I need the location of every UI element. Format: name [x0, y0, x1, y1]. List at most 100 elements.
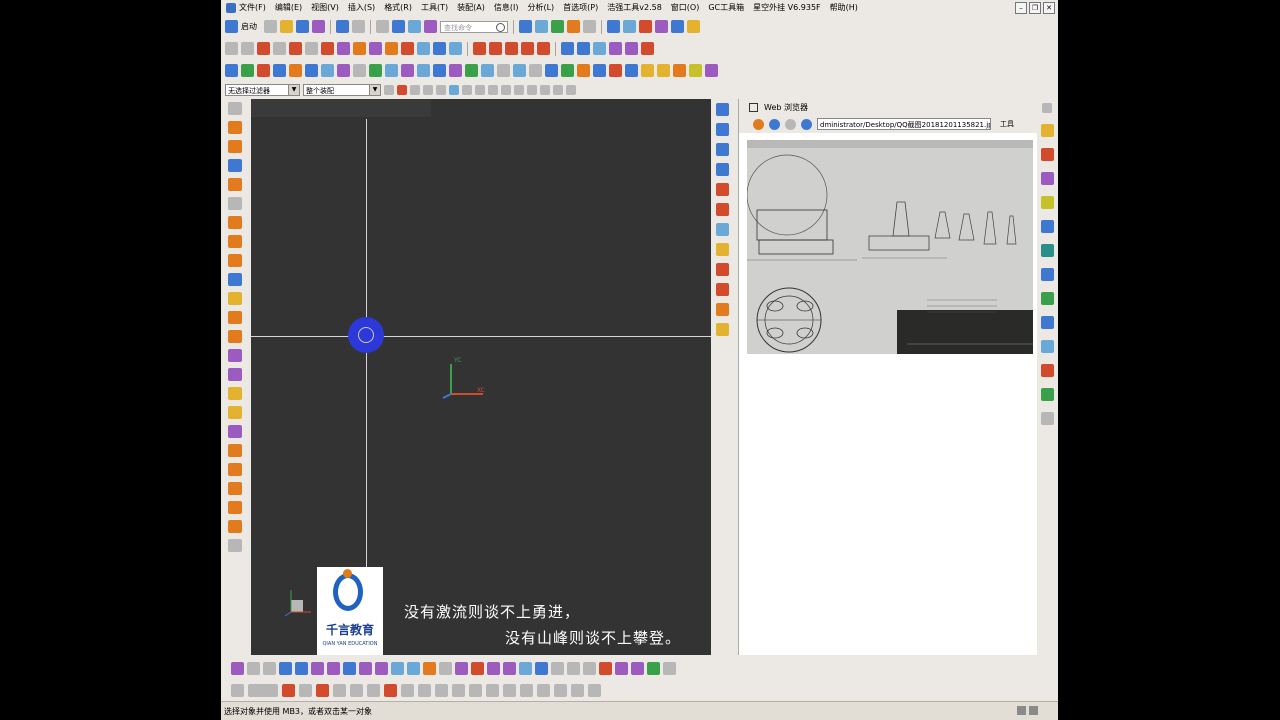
pocket-icon[interactable]	[289, 64, 302, 77]
extract-curve-icon[interactable]	[417, 42, 430, 55]
instance-icon[interactable]	[353, 64, 366, 77]
explosion-icon[interactable]	[455, 661, 468, 675]
loft-icon[interactable]	[228, 235, 242, 248]
boss-icon[interactable]	[273, 64, 286, 77]
project-curve-icon[interactable]	[369, 42, 382, 55]
menu-item[interactable]: 分析(L)	[527, 2, 554, 13]
arrow-right-icon[interactable]	[295, 661, 308, 675]
web-browser-icon[interactable]	[1040, 244, 1054, 257]
start-label[interactable]: 启动	[241, 21, 257, 32]
tube-icon[interactable]	[228, 197, 242, 210]
cube-icon[interactable]	[471, 661, 484, 675]
pmi-icon[interactable]	[625, 64, 638, 77]
grid-icon[interactable]	[599, 661, 612, 675]
panel-toggle-icon[interactable]	[749, 102, 758, 112]
wireframe-icon[interactable]	[583, 20, 596, 33]
polyline-icon[interactable]	[289, 42, 302, 55]
layout-icon[interactable]	[248, 683, 278, 697]
system-scene-icon[interactable]	[1040, 388, 1054, 401]
snap-tangent-icon[interactable]	[540, 84, 550, 95]
move-component-icon[interactable]	[519, 661, 532, 675]
open-file-icon[interactable]	[280, 20, 293, 33]
pad-icon[interactable]	[305, 64, 318, 77]
trim-corner-icon[interactable]	[473, 42, 486, 55]
sew-icon[interactable]	[577, 42, 590, 55]
rib-icon[interactable]	[228, 482, 242, 495]
sketch-dimension-icon[interactable]	[520, 683, 533, 697]
render-style-icon[interactable]	[567, 20, 580, 33]
ruled-icon[interactable]	[228, 273, 242, 286]
layer-icon[interactable]	[607, 20, 620, 33]
doc-icon[interactable]	[263, 661, 276, 675]
menu-item[interactable]: 浩强工具v2.58	[607, 2, 662, 13]
calculator-icon[interactable]	[673, 64, 686, 77]
edge-blend-icon[interactable]	[417, 64, 430, 77]
rectangle-select-icon[interactable]	[436, 84, 446, 95]
menu-item[interactable]: 工具(T)	[421, 2, 448, 13]
slot-icon[interactable]	[321, 64, 334, 77]
part-navigator-icon[interactable]	[1040, 172, 1054, 185]
sketch-extend-icon[interactable]	[452, 683, 465, 697]
menu-item[interactable]: 信息(I)	[494, 2, 519, 13]
sketch-finish-icon[interactable]	[588, 683, 601, 697]
chamfer-icon[interactable]	[505, 42, 518, 55]
cylinder-icon[interactable]	[228, 140, 242, 153]
settings-icon[interactable]	[1042, 103, 1052, 113]
ruler-icon[interactable]	[687, 20, 700, 33]
list-icon[interactable]	[705, 64, 718, 77]
iso-view-icon[interactable]	[715, 223, 729, 236]
close-button[interactable]: ✕	[1043, 2, 1055, 14]
moon-icon[interactable]	[689, 64, 702, 77]
menu-item[interactable]: 视图(V)	[311, 2, 339, 13]
shell-icon[interactable]	[449, 64, 462, 77]
chamfer-edge-icon[interactable]	[433, 64, 446, 77]
clip-view-icon[interactable]	[715, 203, 729, 216]
minimize-button[interactable]: –	[1015, 2, 1027, 14]
menu-item[interactable]: 插入(S)	[348, 2, 375, 13]
snap-icon[interactable]	[671, 20, 684, 33]
sketch-corner-icon[interactable]	[469, 683, 482, 697]
snap-grid-icon[interactable]	[553, 84, 563, 95]
snap-quadrant-icon[interactable]	[514, 84, 524, 95]
sphere-icon[interactable]	[228, 178, 242, 191]
right-view-icon[interactable]	[715, 163, 729, 176]
wave-icon[interactable]	[391, 661, 404, 675]
patch-icon[interactable]	[609, 42, 622, 55]
forward-arrow-icon[interactable]	[785, 118, 796, 130]
datum-axis-icon[interactable]	[228, 311, 242, 324]
thicken-icon[interactable]	[593, 42, 606, 55]
subtract-icon[interactable]	[385, 64, 398, 77]
snap-point-icon[interactable]	[527, 84, 537, 95]
constraint-navigator-icon[interactable]	[1040, 148, 1054, 161]
revolve-icon[interactable]	[241, 64, 254, 77]
folder-icon[interactable]	[641, 64, 654, 77]
sequence-icon[interactable]	[535, 661, 548, 675]
pen-icon[interactable]	[311, 661, 324, 675]
wrap-icon[interactable]	[228, 501, 242, 514]
intersect-curve-icon[interactable]	[385, 42, 398, 55]
measure-icon[interactable]	[655, 20, 668, 33]
surface-icon[interactable]	[561, 42, 574, 55]
analysis-icon[interactable]	[639, 20, 652, 33]
unite-icon[interactable]	[369, 64, 382, 77]
pattern-icon[interactable]	[583, 661, 596, 675]
bridge-curve-icon[interactable]	[353, 42, 366, 55]
assembly-icon[interactable]	[231, 661, 244, 675]
copy-icon[interactable]	[408, 20, 421, 33]
component-icon[interactable]	[247, 661, 260, 675]
view-toolbar-icon[interactable]	[231, 683, 244, 697]
feature-select-icon[interactable]	[397, 84, 407, 95]
assembly-navigator-icon[interactable]	[1040, 124, 1054, 137]
extend-icon[interactable]	[521, 42, 534, 55]
text-icon[interactable]	[305, 42, 318, 55]
replace-face-icon[interactable]	[228, 520, 242, 533]
divide-curve-icon[interactable]	[449, 42, 462, 55]
extrude-icon[interactable]	[225, 64, 238, 77]
emboss-icon[interactable]	[228, 444, 242, 457]
copy-component-icon[interactable]	[503, 661, 516, 675]
datum-csys-icon[interactable]	[228, 330, 242, 343]
clearance-icon[interactable]	[375, 661, 388, 675]
roles-icon[interactable]	[1040, 364, 1054, 377]
groove-icon[interactable]	[337, 64, 350, 77]
url-input[interactable]: dministrator/Desktop/QQ截图20181201135821.…	[817, 118, 991, 130]
